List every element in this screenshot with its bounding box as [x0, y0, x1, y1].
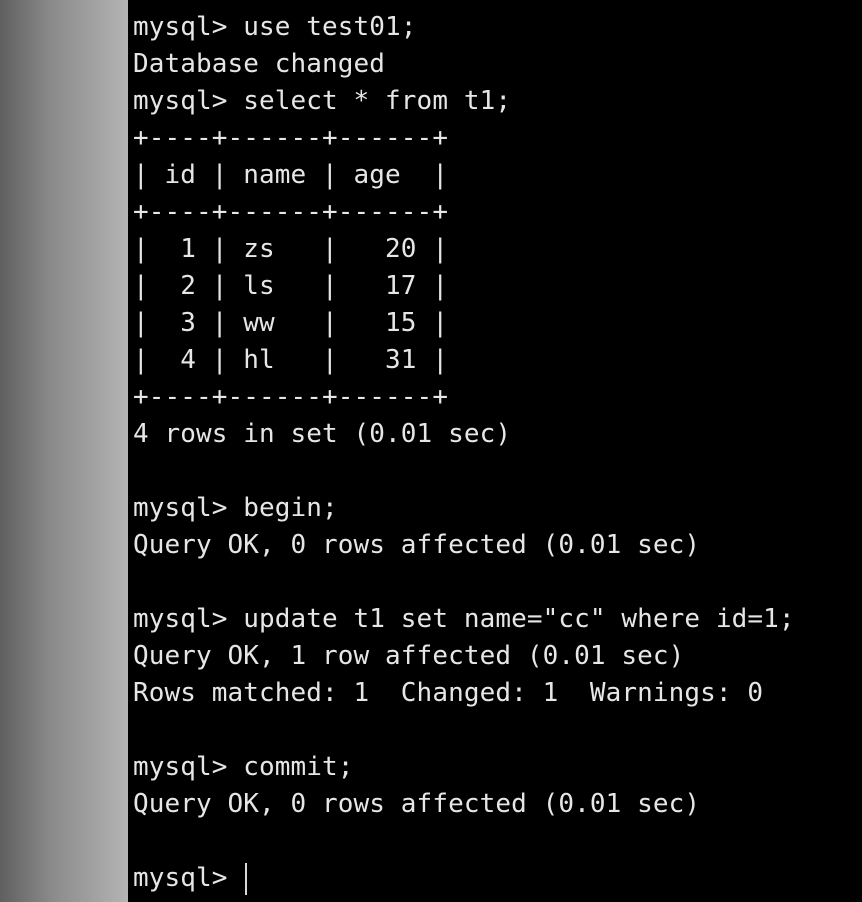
terminal-line: Query OK, 1 row affected (0.01 sec)	[133, 641, 685, 671]
text-cursor	[245, 862, 248, 895]
terminal-line: Query OK, 0 rows affected (0.01 sec)	[133, 789, 701, 819]
table-border-line: +----+------+------+	[133, 123, 449, 153]
terminal-line: mysql> use test01;	[133, 12, 417, 42]
table-row: | 2 | ls | 17 |	[133, 271, 449, 301]
terminal-line: mysql> commit;	[133, 752, 354, 782]
terminal-line: Database changed	[133, 49, 386, 79]
table-border-line: +----+------+------+	[133, 197, 449, 227]
table-row: | 1 | zs | 20 |	[133, 234, 449, 264]
terminal-line: mysql> select * from t1;	[133, 86, 512, 116]
table-row: | 3 | ww | 15 |	[133, 308, 449, 338]
terminal-line: mysql> update t1 set name="cc" where id=…	[133, 604, 795, 634]
terminal-line: mysql> begin;	[133, 493, 338, 523]
desktop-background-strip	[0, 0, 128, 902]
command-input-line[interactable]: mysql>	[133, 860, 795, 897]
terminal-window[interactable]: mysql> use test01; Database changed mysq…	[128, 0, 862, 902]
terminal-line: 4 rows in set (0.01 sec)	[133, 419, 512, 449]
table-row: | 4 | hl | 31 |	[133, 345, 449, 375]
prompt-label: mysql>	[133, 863, 244, 893]
terminal-line: Rows matched: 1 Changed: 1 Warnings: 0	[133, 678, 764, 708]
table-border-line: +----+------+------+	[133, 382, 449, 412]
terminal-line: Query OK, 0 rows affected (0.01 sec)	[133, 530, 701, 560]
table-header-line: | id | name | age |	[133, 160, 449, 190]
terminal-output: mysql> use test01; Database changed mysq…	[133, 9, 795, 897]
